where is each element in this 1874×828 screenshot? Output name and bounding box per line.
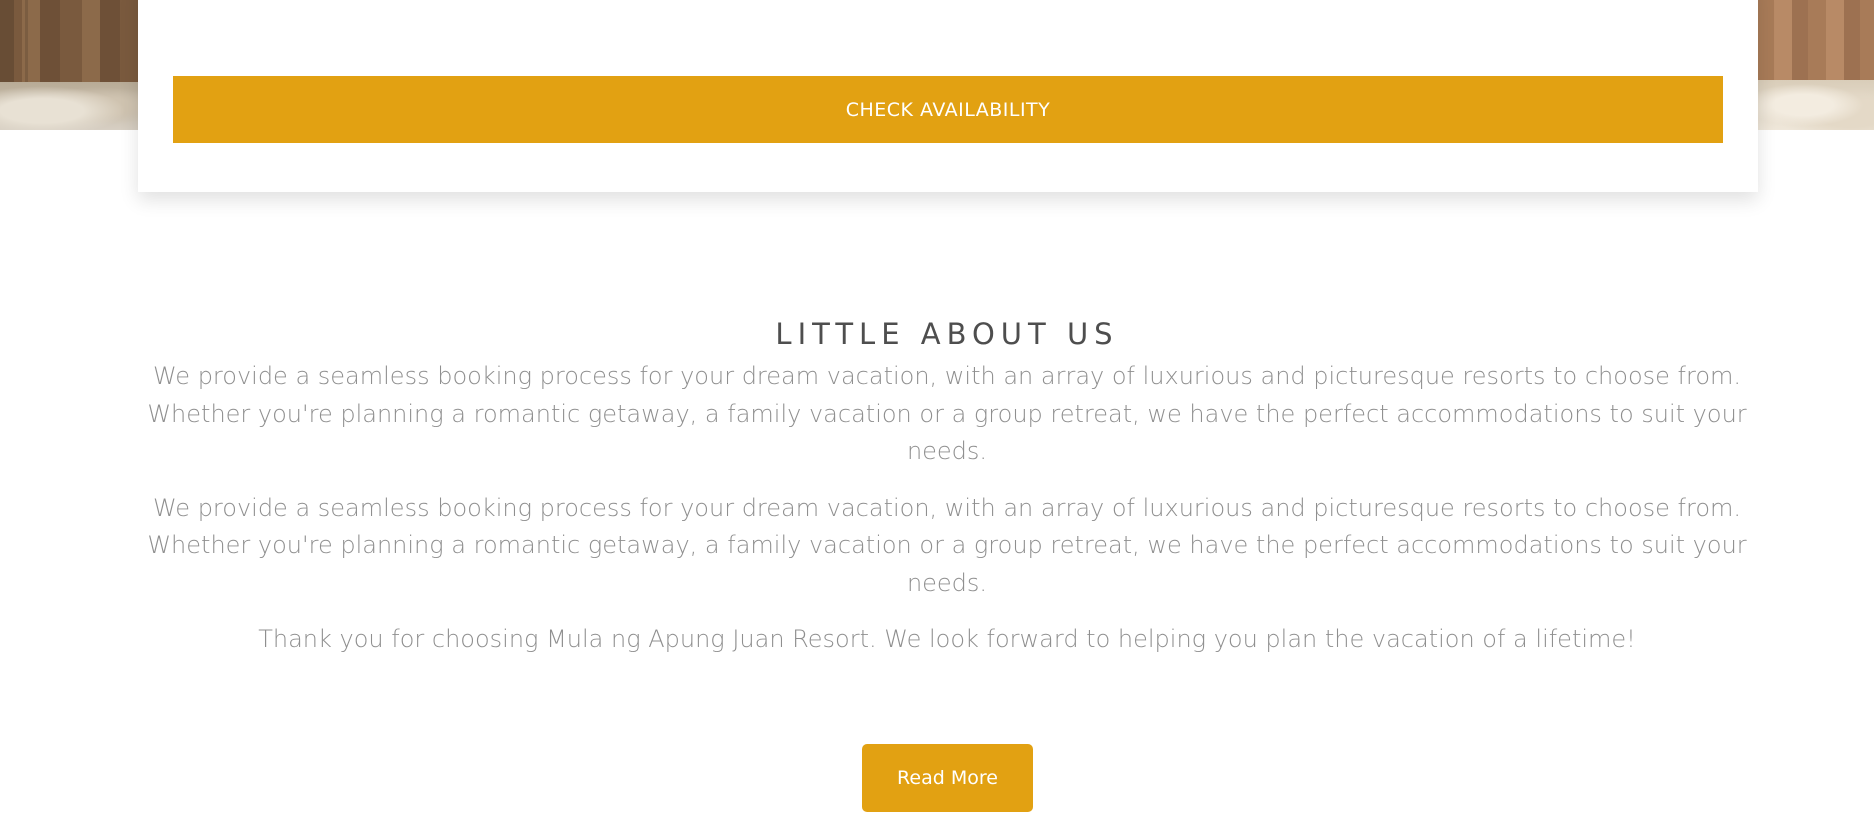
hero-image-left-edge	[0, 0, 140, 130]
about-thank-you-text: Thank you for choosing Mula ng Apung Jua…	[258, 625, 1636, 653]
about-paragraph: We provide a seamless booking process fo…	[147, 493, 1747, 597]
hero-image-right-edge	[1756, 0, 1874, 130]
about-title: LITTLE ABOUT US	[775, 317, 1119, 351]
check-availability-button[interactable]: CHECK AVAILABILITY	[173, 76, 1723, 143]
read-more-button[interactable]: Read More	[862, 744, 1033, 812]
about-section: LITTLE ABOUT US We provide a seamless bo…	[130, 310, 1764, 678]
about-paragraph: We provide a seamless booking process fo…	[147, 362, 1747, 465]
